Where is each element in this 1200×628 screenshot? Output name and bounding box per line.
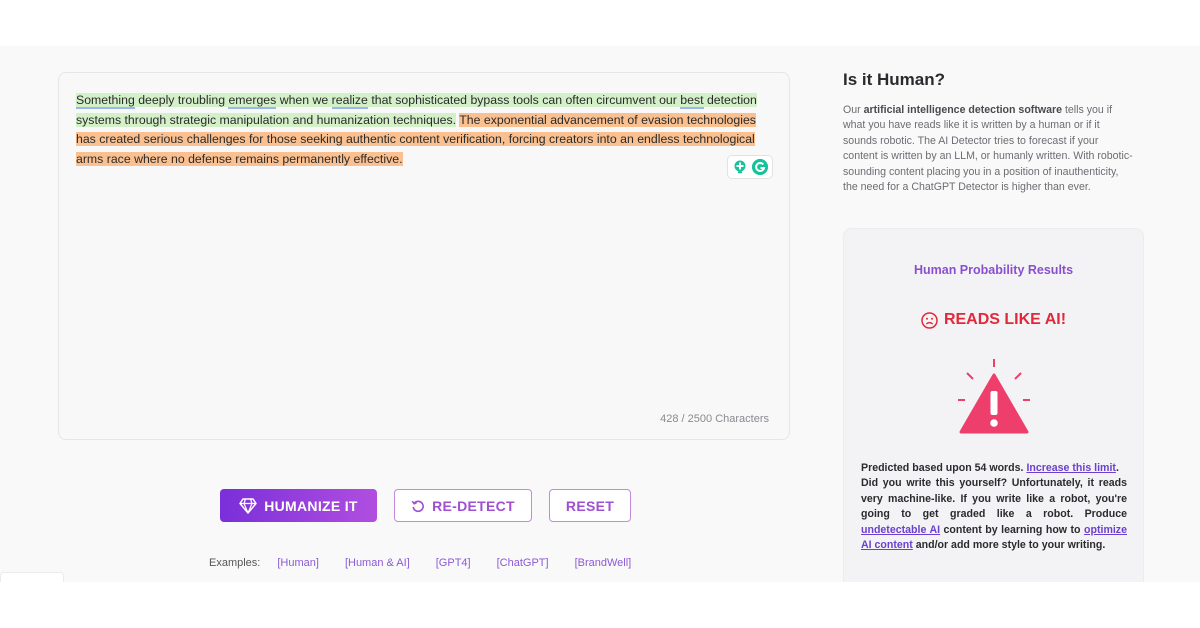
redetect-button[interactable]: RE-DETECT — [394, 489, 532, 522]
result-body-3: and/or add more style to your writing. — [912, 539, 1106, 552]
example-link-gpt4[interactable]: [GPT4] — [436, 557, 471, 569]
grammar-suggest-icon[interactable] — [732, 159, 748, 175]
editor-text[interactable]: Something deeply troubling emerges when … — [76, 91, 776, 169]
examples-row: Examples: [Human] [Human & AI] [GPT4] [C… — [209, 557, 657, 569]
word-count: 54 words. — [974, 462, 1024, 474]
desc-rest: tells you if what you have reads like it… — [843, 104, 1133, 194]
desc-prefix: Our — [843, 104, 864, 116]
result-heading: Human Probability Results — [913, 263, 1074, 277]
editor-segment: Something — [76, 93, 135, 109]
examples-label: Examples: — [209, 557, 261, 569]
example-link-chatgpt[interactable]: [ChatGPT] — [497, 557, 549, 569]
text-editor[interactable]: Something deeply troubling emerges when … — [58, 72, 790, 440]
example-link-brandwell[interactable]: [BrandWell] — [575, 557, 632, 569]
diamond-icon — [239, 497, 257, 514]
reset-button[interactable]: RESET — [549, 489, 631, 522]
refresh-icon — [411, 499, 425, 513]
result-card: Human Probability Results READS LIKE AI! — [843, 228, 1144, 582]
editor-segment: realize — [331, 93, 368, 109]
increase-limit-link[interactable]: Increase this limit — [1026, 462, 1116, 474]
sidebar-description: Our artificial intelligence detection so… — [843, 103, 1133, 195]
warning-icon — [954, 355, 1034, 437]
humanize-button[interactable]: HUMANIZE IT — [220, 489, 377, 522]
character-count: 428 / 2500 Characters — [660, 413, 769, 425]
verdict: READS LIKE AI! — [844, 311, 1143, 329]
undetectable-ai-link[interactable]: undetectable AI — [861, 524, 940, 536]
result-body-2: content by learning how to — [940, 523, 1085, 536]
editor-segment: that sophisticated bypass tools can ofte… — [367, 93, 681, 107]
grammarly-icon[interactable] — [752, 159, 768, 175]
result-body-1: Did you write this yourself? Unfortunate… — [861, 477, 1127, 521]
corner-widget — [0, 572, 64, 582]
verdict-label: READS LIKE AI! — [943, 311, 1067, 328]
result-explanation: Predicted based upon 54 words. Increase … — [861, 461, 1127, 553]
editor-segment: when we — [276, 93, 332, 107]
example-link-human-ai[interactable]: [Human & AI] — [345, 557, 410, 569]
example-link-human[interactable]: [Human] — [277, 557, 319, 569]
humanize-label: HUMANIZE IT — [264, 497, 358, 514]
editor-segment: emerges — [228, 93, 277, 109]
page-stage: Something deeply troubling emerges when … — [0, 46, 1200, 582]
editor-segment: deeply troubling — [134, 93, 229, 107]
editor-segment: best — [680, 93, 704, 109]
sidebar-title: Is it Human? — [843, 70, 946, 89]
predicted-prefix: Predicted based upon — [861, 462, 975, 474]
grammar-widget[interactable] — [727, 155, 773, 179]
period: . — [1115, 462, 1119, 474]
desc-bold: artificial intelligence detection softwa… — [863, 104, 1062, 116]
redetect-label: RE-DETECT — [432, 497, 515, 514]
reset-label: RESET — [565, 497, 615, 514]
sad-face-icon — [921, 311, 938, 329]
